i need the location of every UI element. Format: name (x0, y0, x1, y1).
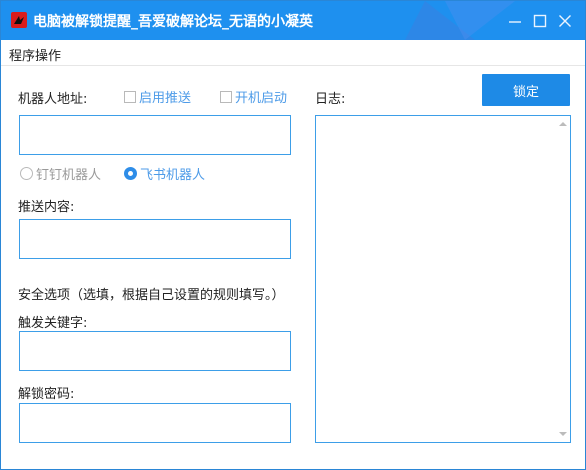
trigger-keyword-label: 触发关键字: (18, 316, 88, 331)
minimize-icon[interactable] (505, 11, 525, 31)
push-content-input[interactable] (19, 219, 291, 259)
log-textarea[interactable] (315, 115, 571, 443)
maximize-icon[interactable] (530, 11, 550, 31)
autostart-label: 开机启动 (235, 91, 288, 106)
security-options-label: 安全选项（选填，根据自己设置的规则填写。） (18, 288, 285, 303)
radio-feishu-label: 飞书机器人 (140, 168, 206, 183)
radio-dingtalk-label: 钉钉机器人 (36, 168, 102, 183)
radio-feishu-robot[interactable]: 飞书机器人 (124, 164, 205, 183)
trigger-keyword-input[interactable] (19, 331, 291, 371)
radio-dingtalk-robot[interactable]: 钉钉机器人 (20, 164, 101, 183)
enable-push-checkbox[interactable]: 启用推送 (124, 87, 191, 106)
autostart-checkbox[interactable]: 开机启动 (220, 87, 287, 106)
log-scrollbar[interactable] (555, 116, 570, 442)
app-icon (11, 12, 27, 28)
push-content-label: 推送内容: (18, 200, 75, 215)
title-bar[interactable]: 电脑被解锁提醒_吾爱破解论坛_无语的小凝英 (1, 1, 585, 40)
menu-bar: 程序操作 (1, 40, 585, 66)
log-label: 日志: (315, 92, 346, 107)
robot-address-input[interactable] (19, 115, 291, 155)
menu-program-operations[interactable]: 程序操作 (9, 45, 61, 64)
radio-button[interactable] (20, 167, 33, 180)
robot-address-label: 机器人地址: (18, 92, 88, 107)
scroll-up-icon[interactable] (559, 122, 567, 126)
unlock-password-input[interactable] (19, 403, 291, 443)
main-window: 电脑被解锁提醒_吾爱破解论坛_无语的小凝英 程序操作 机器人地址: 启用推送 开… (0, 0, 586, 470)
window-title: 电脑被解锁提醒_吾爱破解论坛_无语的小凝英 (33, 14, 313, 30)
close-icon[interactable] (555, 11, 575, 31)
enable-push-label: 启用推送 (139, 91, 192, 106)
checkbox-box[interactable] (124, 90, 136, 103)
radio-button-selected[interactable] (124, 167, 137, 180)
scroll-down-icon[interactable] (559, 432, 567, 436)
lock-button[interactable]: 锁定 (482, 74, 570, 106)
unlock-password-label: 解锁密码: (18, 387, 75, 402)
checkbox-box[interactable] (220, 90, 232, 103)
